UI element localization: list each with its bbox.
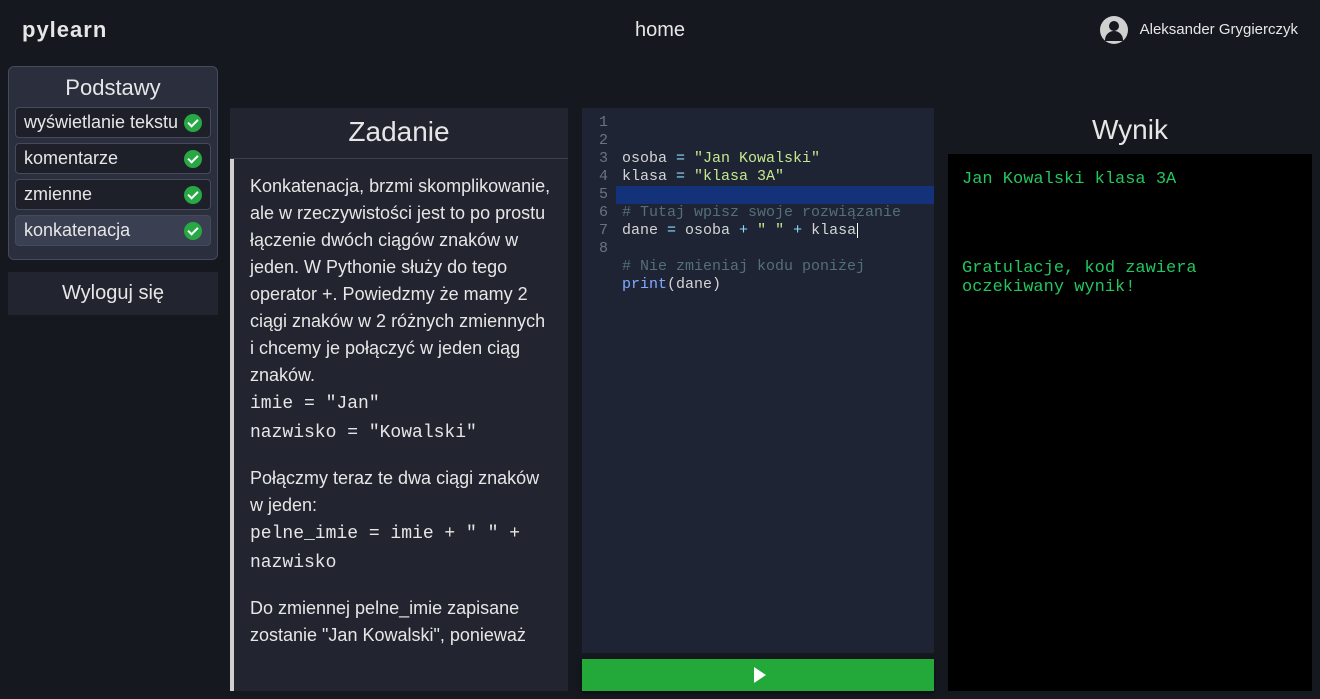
check-icon xyxy=(184,114,202,132)
editor-panel: 12345678 osoba = "Jan Kowalski" klasa = … xyxy=(582,108,934,691)
task-code-line: pelne_imie = imie + " " + nazwisko xyxy=(250,524,520,573)
output-title: Wynik xyxy=(948,108,1312,154)
task-code-line: nazwisko = "Kowalski" xyxy=(250,423,477,443)
text-cursor xyxy=(857,223,858,238)
task-title: Zadanie xyxy=(230,108,568,159)
logout-button[interactable]: Wyloguj się xyxy=(8,272,218,315)
user-icon xyxy=(1100,16,1128,44)
user-name: Aleksander Grygierczyk xyxy=(1140,21,1298,39)
sidebar-item-label: zmienne xyxy=(24,184,92,205)
task-code-line: imie = "Jan" xyxy=(250,394,380,414)
active-line-highlight xyxy=(616,186,934,204)
code-editor[interactable]: 12345678 osoba = "Jan Kowalski" klasa = … xyxy=(582,108,934,653)
sidebar-item-zmienne[interactable]: zmienne xyxy=(15,179,211,210)
run-button[interactable] xyxy=(582,659,934,691)
task-paragraph: Do zmiennej pelne_imie zapisane zostanie… xyxy=(250,595,552,649)
sidebar-item-label: konkatenacja xyxy=(24,220,130,241)
main-columns: Zadanie Konkatenacja, brzmi skomplikowan… xyxy=(230,60,1312,691)
output-body: Jan Kowalski klasa 3A Gratulacje, kod za… xyxy=(948,154,1312,691)
sidebar-item-komentarze[interactable]: komentarze xyxy=(15,143,211,174)
lesson-group: Podstawy wyświetlanie tekstu komentarze … xyxy=(8,66,218,260)
workspace: Podstawy wyświetlanie tekstu komentarze … xyxy=(0,60,1320,699)
brand-logo[interactable]: pylearn xyxy=(22,17,107,43)
sidebar-item-label: komentarze xyxy=(24,148,118,169)
sidebar-item-wyswietlanie-tekstu[interactable]: wyświetlanie tekstu xyxy=(15,107,211,138)
output-panel: Wynik Jan Kowalski klasa 3A Gratulacje, … xyxy=(948,108,1312,691)
task-body[interactable]: Konkatenacja, brzmi skomplikowanie, ale … xyxy=(230,159,568,691)
home-link[interactable]: home xyxy=(635,19,685,42)
user-block[interactable]: Aleksander Grygierczyk xyxy=(1100,16,1298,44)
task-paragraph: Konkatenacja, brzmi skomplikowanie, ale … xyxy=(250,176,550,385)
check-icon xyxy=(184,222,202,240)
app-header: pylearn home Aleksander Grygierczyk xyxy=(0,0,1320,60)
lesson-group-title: Podstawy xyxy=(15,75,211,101)
play-icon xyxy=(754,667,766,683)
program-output: Jan Kowalski klasa 3A xyxy=(962,170,1298,189)
sidebar-item-konkatenacja[interactable]: konkatenacja xyxy=(15,215,211,246)
task-paragraph: Połączmy teraz te dwa ciągi znaków w jed… xyxy=(250,468,539,515)
check-icon xyxy=(184,186,202,204)
editor-gutter: 12345678 xyxy=(582,114,616,258)
sidebar-item-label: wyświetlanie tekstu xyxy=(24,112,178,133)
sidebar: Podstawy wyświetlanie tekstu komentarze … xyxy=(8,60,218,691)
success-message: Gratulacje, kod zawiera oczekiwany wynik… xyxy=(962,259,1298,297)
check-icon xyxy=(184,150,202,168)
editor-code[interactable]: osoba = "Jan Kowalski" klasa = "klasa 3A… xyxy=(622,114,928,312)
task-panel: Zadanie Konkatenacja, brzmi skomplikowan… xyxy=(230,108,568,691)
